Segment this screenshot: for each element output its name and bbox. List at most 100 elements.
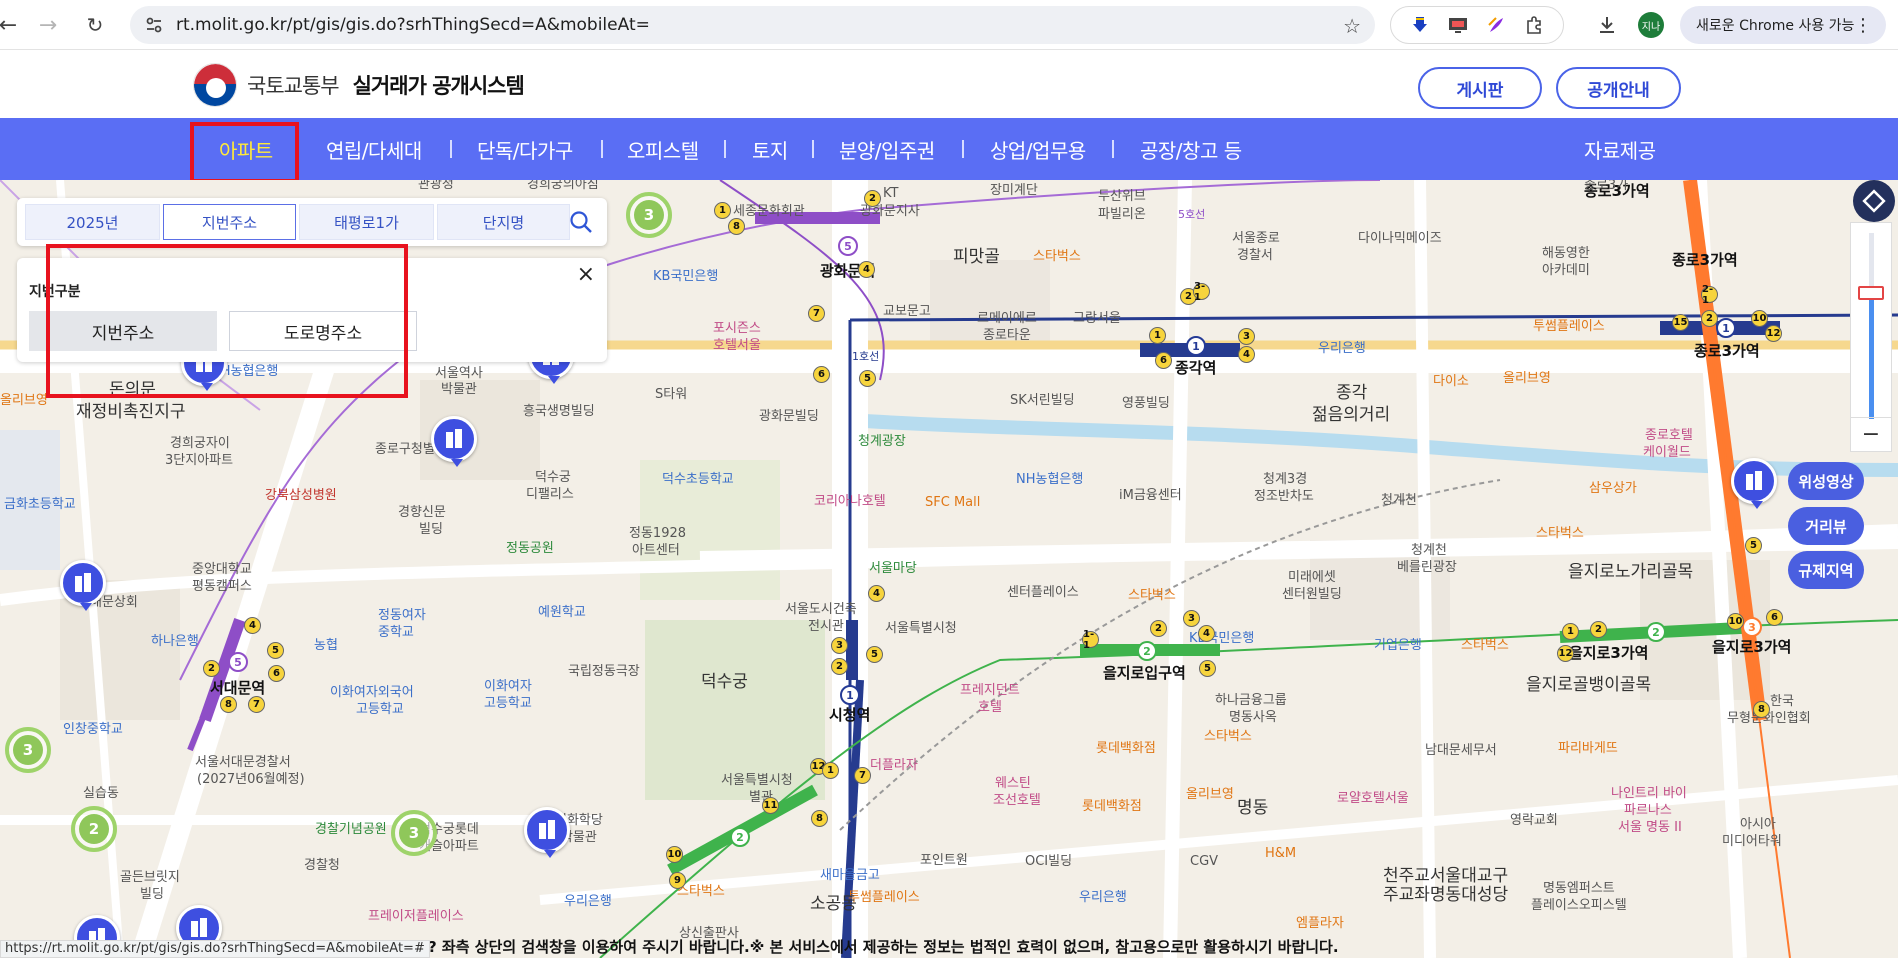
exit-marker: 9 (669, 872, 686, 889)
map-label: 호텔 (978, 700, 1002, 715)
board-button[interactable]: 게시판 (1418, 67, 1542, 109)
nav-officetel[interactable]: 오피스텔 (627, 118, 699, 180)
map-label: 투썸플레이스 (848, 890, 920, 905)
bookmark-star-icon[interactable]: ☆ (1343, 14, 1361, 38)
zoom-slider[interactable]: − (1850, 222, 1892, 452)
zoom-handle[interactable] (1858, 286, 1884, 300)
map-label: 영락교회 (1510, 813, 1558, 828)
map-label: 강북삼성병원 (265, 488, 337, 503)
zoom-out-button[interactable]: − (1851, 417, 1891, 451)
nav-factory[interactable]: 공장/창고 등 (1140, 118, 1242, 180)
apartment-marker[interactable] (431, 416, 477, 467)
site-logo[interactable]: 국토교통부 실거래가 공개시스템 (193, 63, 525, 107)
apartment-marker[interactable] (60, 560, 106, 611)
apartment-marker[interactable] (524, 807, 570, 858)
map-label: 금화초등학교 (4, 497, 76, 512)
cluster-marker[interactable]: 3 (391, 810, 437, 856)
map-label: 종로3가 (1584, 180, 1629, 193)
map-label: 하나은행 (151, 634, 199, 649)
tab-lot-address[interactable]: 지번주소 (163, 204, 296, 240)
regulated-area-button[interactable]: 규제지역 (1788, 551, 1864, 589)
nav-separator (1112, 140, 1114, 158)
map-label: 새마을금고 (820, 868, 880, 883)
map-label: 우리은행 (564, 894, 612, 909)
nav-presale[interactable]: 분양/입주권 (839, 118, 935, 180)
cluster-marker[interactable]: 3 (626, 192, 672, 238)
map-label: SFC Mall (925, 495, 981, 510)
exit-marker: 10 (1751, 310, 1768, 327)
station-dot: 1 (1186, 336, 1206, 356)
satellite-button[interactable]: 위성영상 (1788, 462, 1864, 500)
map-label: 서울 명동 II (1618, 820, 1682, 835)
nav-commercial[interactable]: 상업/업무용 (990, 118, 1086, 180)
nav-data-service[interactable]: 자료제공 (1584, 118, 1656, 180)
map-label: 골든브릿지 (120, 870, 180, 885)
map-label: 박물관 (441, 382, 477, 397)
map-label: 서울마당 (869, 561, 917, 576)
map-label: 경향신문 (398, 505, 446, 520)
map-label: 덕수궁 (535, 470, 571, 485)
extension-download-icon[interactable] (1409, 14, 1431, 36)
map-label: 정동공원 (506, 541, 554, 556)
map-label: 덕수초등학교 (662, 472, 734, 487)
exit-marker: 5 (859, 370, 876, 387)
station-dot: 2 (1646, 622, 1666, 642)
address-type-panel: 지번구분 × 지번주소 도로명주소 (17, 258, 607, 362)
station-label: 종로3가역 (1672, 251, 1738, 269)
map-label: 이화여자외국어 (330, 685, 414, 700)
cluster-marker[interactable]: 2 (71, 806, 117, 852)
exit-marker: 6 (813, 366, 830, 383)
map-label: S타워 (655, 387, 688, 402)
profile-avatar[interactable]: 지나 (1638, 12, 1664, 38)
apartment-marker[interactable] (1731, 458, 1777, 509)
extension-feather-icon[interactable] (1485, 14, 1507, 36)
chrome-update-button[interactable]: 새로운 Chrome 사용 가능 ⋮ (1680, 6, 1886, 44)
notice-button[interactable]: 공개안내 (1556, 67, 1681, 109)
line-label: 1호선 (852, 350, 880, 363)
station-label: 종각역 (1175, 359, 1217, 377)
map-label: 다이소 (1433, 374, 1469, 389)
exit-marker: 11 (762, 797, 779, 814)
back-icon[interactable]: ← (0, 5, 28, 45)
tab-year[interactable]: 2025년 (25, 204, 160, 240)
nav-apartment[interactable]: 아파트 (219, 118, 273, 180)
map-label: 르메이에르 (977, 311, 1037, 326)
extension-screen-icon[interactable] (1447, 14, 1469, 36)
menu-dots-icon[interactable]: ⋮ (1854, 15, 1872, 36)
map-label: 흥국생명빌딩 (523, 404, 595, 419)
forward-icon[interactable]: → (28, 5, 68, 45)
nav-townhouse[interactable]: 연립/다세대 (326, 118, 422, 180)
extensions-puzzle-icon[interactable] (1523, 14, 1545, 36)
nav-detached-house[interactable]: 단독/다가구 (477, 118, 573, 180)
map-label: 프레지던트 (960, 683, 1020, 698)
map-label: 코리아나호텔 (814, 494, 886, 509)
exit-marker: 5 (1745, 537, 1762, 554)
tab-district[interactable]: 태평로1가 (299, 204, 434, 240)
lot-address-option[interactable]: 지번주소 (29, 311, 217, 351)
search-icon[interactable] (569, 210, 593, 234)
map-label: 스타벅스 (1536, 526, 1584, 541)
map-label: 평동캠퍼스 (192, 579, 252, 594)
map-label: 종로타운 (983, 328, 1031, 343)
compass-icon[interactable] (1853, 180, 1895, 222)
tab-complex-name[interactable]: 단지명 (437, 204, 570, 240)
cluster-marker[interactable]: 3 (5, 727, 51, 773)
downloads-icon[interactable] (1592, 10, 1622, 40)
road-address-option[interactable]: 도로명주소 (229, 311, 417, 351)
site-info-icon[interactable] (136, 7, 172, 43)
map-label: 한국 (1770, 694, 1794, 709)
reload-icon[interactable]: ↻ (75, 5, 115, 45)
map-label: 빌딩 (140, 887, 164, 902)
street-view-button[interactable]: 거리뷰 (1788, 507, 1864, 545)
government-emblem-icon (193, 63, 237, 107)
exit-marker: 3-1 (1193, 281, 1210, 303)
map-label: 돈의문 (109, 380, 156, 400)
address-bar[interactable]: rt.molit.go.kr/pt/gis/gis.do?srhThingSec… (130, 6, 1375, 44)
map-label: 그랑서울 (1073, 311, 1121, 326)
nav-land[interactable]: 토지 (752, 118, 788, 180)
map-label: 롯데백화점 (1096, 741, 1156, 756)
close-icon[interactable]: × (577, 262, 595, 287)
map-label: 경찰청 (304, 858, 340, 873)
building-icon (191, 918, 207, 937)
map-label: 을지로골뱅이골목 (1526, 675, 1652, 695)
